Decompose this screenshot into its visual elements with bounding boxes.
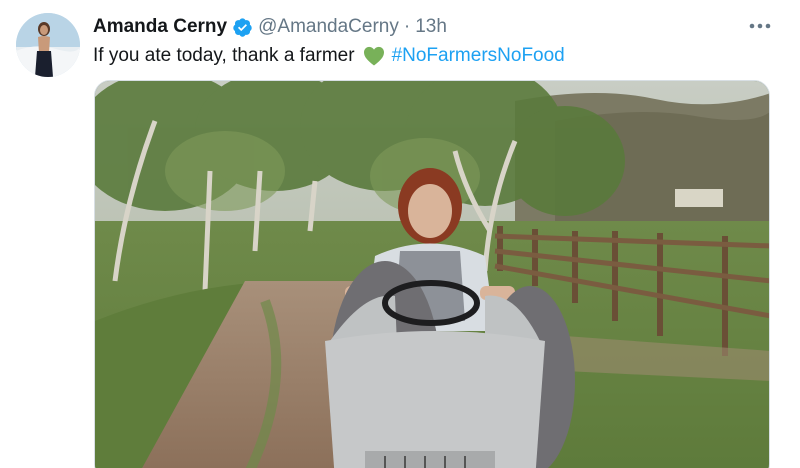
author-name[interactable]: Amanda Cerny bbox=[93, 16, 227, 38]
tweet-media-video[interactable] bbox=[94, 80, 770, 468]
hashtag-link[interactable]: #NoFarmersNoFood bbox=[392, 45, 565, 67]
tweet[interactable]: Amanda Cerny @AmandaCerny · 13h If you a… bbox=[0, 0, 800, 468]
more-button[interactable] bbox=[745, 14, 775, 38]
separator-dot: · bbox=[403, 16, 411, 37]
tweet-header: Amanda Cerny @AmandaCerny · 13h bbox=[93, 14, 447, 40]
timestamp[interactable]: 13h bbox=[415, 16, 447, 38]
author-handle[interactable]: @AmandaCerny bbox=[258, 16, 399, 38]
video-frame-image bbox=[95, 81, 769, 468]
verified-badge-icon bbox=[232, 17, 253, 38]
green-heart-icon bbox=[363, 46, 385, 66]
tweet-text: If you ate today, thank a farmer #NoFarm… bbox=[93, 43, 565, 69]
more-dots-icon bbox=[749, 23, 771, 29]
tweet-body: If you ate today, thank a farmer bbox=[93, 45, 355, 66]
avatar[interactable] bbox=[16, 13, 80, 77]
avatar-image bbox=[16, 13, 80, 77]
